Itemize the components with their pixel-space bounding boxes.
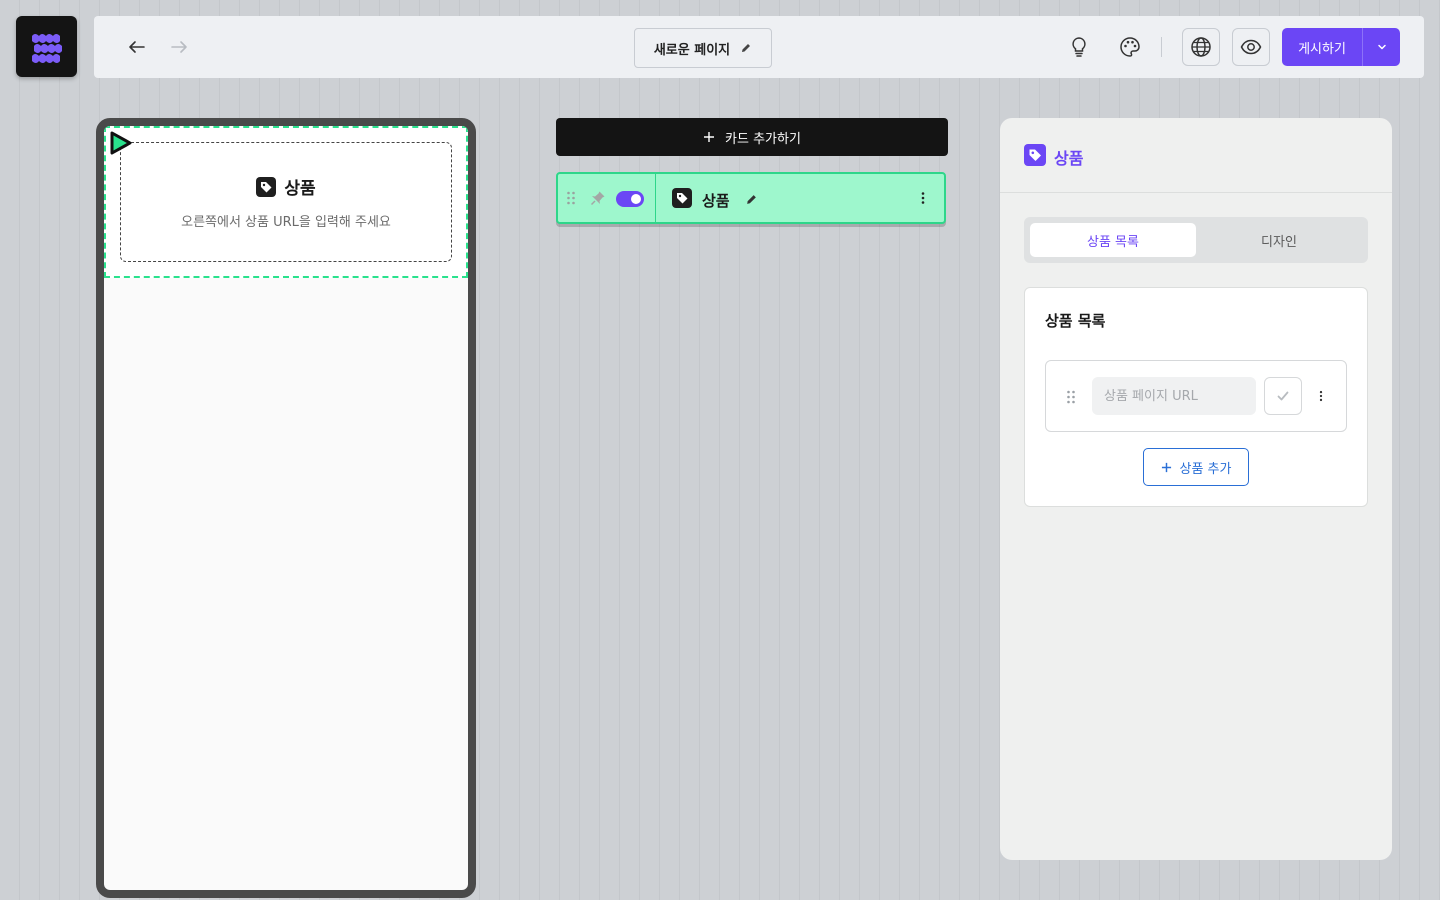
add-product-button[interactable]: 상품 추가 — [1143, 448, 1249, 486]
more-vertical-icon[interactable] — [1314, 388, 1328, 407]
plus-icon — [1161, 462, 1171, 472]
publish-button[interactable]: 게시하기 — [1282, 28, 1362, 66]
settings-panel: 상품 상품 목록 디자인 상품 목록 상품 추가 — [1000, 118, 1392, 860]
panel-title: 상품 — [1054, 149, 1084, 168]
undo-button[interactable] — [125, 35, 149, 59]
eye-icon — [1240, 39, 1262, 55]
pencil-icon[interactable] — [745, 191, 758, 210]
tab-product-list[interactable]: 상품 목록 — [1030, 223, 1196, 257]
phone-preview: 상품 오른쪽에서 상품 URL을 입력해 주세요 — [96, 118, 476, 898]
preview-button[interactable] — [1232, 28, 1270, 66]
lightbulb-icon — [1072, 37, 1086, 57]
logo-icon — [31, 33, 62, 63]
top-toolbar: 새로운 페이지 게시하기 — [94, 16, 1424, 78]
page-name-button[interactable]: 새로운 페이지 — [634, 28, 772, 68]
selected-product-block[interactable]: 상품 오른쪽에서 상품 URL을 입력해 주세요 — [104, 126, 468, 278]
tab-design[interactable]: 디자인 — [1196, 223, 1362, 257]
play-icon — [110, 131, 132, 155]
card-controls — [558, 174, 656, 222]
arrow-left-icon — [129, 41, 145, 53]
card-visibility-toggle[interactable] — [616, 191, 644, 207]
theme-button[interactable] — [1117, 34, 1143, 60]
tips-button[interactable] — [1066, 34, 1092, 60]
selection-marker — [108, 130, 134, 160]
palette-icon — [1120, 37, 1140, 57]
plus-icon — [704, 132, 715, 142]
toolbar-divider — [1161, 37, 1162, 57]
product-list-section: 상품 목록 상품 추가 — [1024, 287, 1368, 507]
drag-handle-icon[interactable] — [566, 190, 576, 210]
drag-handle-icon[interactable] — [1066, 389, 1076, 409]
confirm-url-button[interactable] — [1264, 377, 1302, 415]
product-placeholder: 상품 오른쪽에서 상품 URL을 입력해 주세요 — [120, 142, 452, 262]
globe-icon — [1191, 37, 1211, 57]
redo-button[interactable] — [167, 35, 191, 59]
add-card-button[interactable]: 카드 추가하기 — [556, 118, 948, 156]
page-name-label: 새로운 페이지 — [653, 42, 731, 58]
product-item-row — [1045, 360, 1347, 432]
language-button[interactable] — [1182, 28, 1220, 66]
more-vertical-icon[interactable] — [915, 190, 931, 210]
tag-icon — [256, 176, 277, 197]
section-title: 상품 목록 — [1045, 312, 1106, 330]
product-block-title: 상품 — [256, 174, 316, 199]
check-icon — [1277, 391, 1289, 401]
add-card-label: 카드 추가하기 — [725, 131, 801, 147]
panel-header: 상품 — [1000, 118, 1392, 193]
product-block-hint: 오른쪽에서 상품 URL을 입력해 주세요 — [181, 215, 391, 230]
product-url-input[interactable] — [1092, 377, 1256, 415]
tag-icon — [1024, 144, 1046, 170]
publish-options-button[interactable] — [1362, 28, 1400, 66]
panel-tabs: 상품 목록 디자인 — [1024, 217, 1368, 263]
arrow-right-icon — [171, 41, 187, 53]
add-product-label: 상품 추가 — [1179, 461, 1232, 477]
product-block-title-text: 상품 — [284, 179, 316, 199]
card-title: 상품 — [702, 192, 730, 210]
pencil-icon — [742, 44, 751, 52]
pin-icon[interactable] — [590, 190, 606, 210]
card-item-product[interactable]: 상품 — [556, 172, 946, 224]
tag-icon — [672, 188, 692, 212]
chevron-down-icon — [1377, 44, 1386, 50]
app-logo[interactable] — [16, 16, 77, 77]
